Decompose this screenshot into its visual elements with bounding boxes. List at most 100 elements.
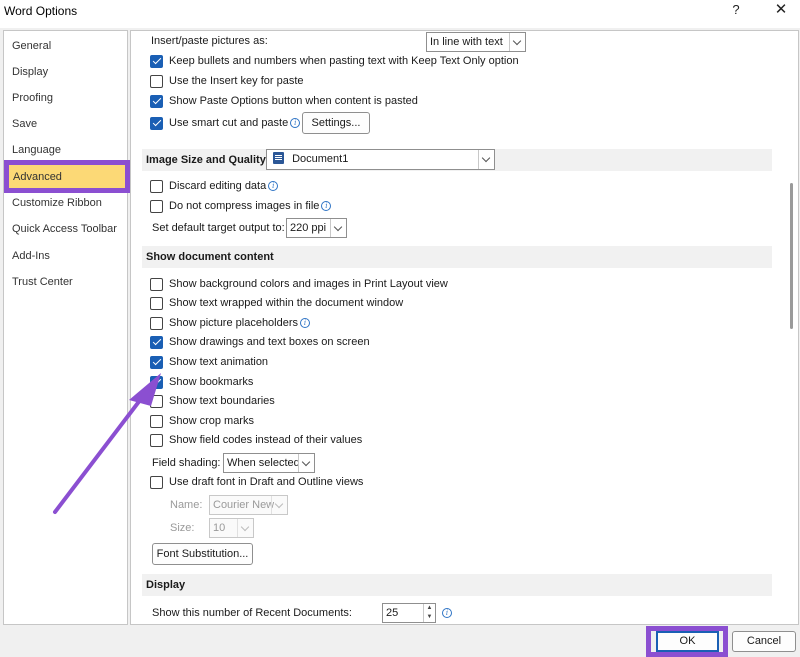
show-drawings-option[interactable]: Show drawings and text boxes on screen — [150, 333, 370, 351]
info-icon[interactable]: i — [290, 118, 301, 128]
show-drawings-checkbox[interactable] — [150, 335, 163, 349]
show-field-codes-checkbox[interactable] — [150, 433, 163, 447]
help-button[interactable]: ? — [716, 0, 756, 22]
keep-bullets-checkbox[interactable] — [150, 54, 163, 68]
spinner-arrows-icon[interactable]: ▲ ▼ — [423, 604, 435, 622]
do-not-compress-label: Do not compress images in file — [169, 200, 320, 212]
sidebar-item-general[interactable]: General — [4, 33, 127, 59]
show-bookmarks-checkbox[interactable] — [150, 375, 163, 389]
draft-font-size-value: 10 — [213, 522, 226, 534]
scrollbar-thumb[interactable] — [790, 183, 793, 329]
show-text-animation-option[interactable]: Show text animation — [150, 353, 268, 371]
vertical-scrollbar[interactable] — [786, 31, 798, 624]
discard-editing-checkbox[interactable] — [150, 179, 163, 193]
show-paste-options-option[interactable]: Show Paste Options button when content i… — [150, 92, 418, 110]
show-field-codes-label: Show field codes instead of their values — [169, 434, 363, 446]
options-panel: Insert/paste pictures as: In line with t… — [130, 30, 799, 625]
target-output-dropdown[interactable]: 220 ppi — [286, 218, 347, 238]
insert-paste-dropdown[interactable]: In line with text — [426, 32, 526, 52]
info-icon[interactable]: i — [442, 608, 452, 618]
insert-paste-value: In line with text — [430, 36, 503, 48]
display-section-header: Display — [142, 574, 772, 596]
word-document-icon — [273, 152, 284, 164]
insert-paste-label: Insert/paste pictures as: — [151, 35, 268, 47]
use-insert-key-checkbox[interactable] — [150, 74, 163, 88]
field-shading-dropdown[interactable]: When selected — [223, 453, 315, 473]
show-picture-placeholders-label: Show picture placeholders — [169, 317, 299, 329]
keep-bullets-label: Keep bullets and numbers when pasting te… — [169, 55, 519, 67]
show-drawings-label: Show drawings and text boxes on screen — [169, 336, 370, 348]
discard-editing-option[interactable]: Discard editing data i — [150, 177, 279, 195]
show-bookmarks-option[interactable]: Show bookmarks — [150, 373, 253, 391]
settings-button[interactable]: Settings... — [302, 112, 370, 134]
field-shading-label: Field shading: — [152, 457, 221, 469]
use-draft-font-checkbox[interactable] — [150, 475, 163, 489]
show-picture-placeholders-checkbox[interactable] — [150, 316, 163, 330]
smart-cut-label: Use smart cut and paste — [169, 117, 289, 129]
keep-bullets-option[interactable]: Keep bullets and numbers when pasting te… — [150, 52, 519, 70]
recent-documents-value: 25 — [386, 607, 399, 619]
ok-highlight-box — [646, 626, 728, 657]
use-draft-font-option[interactable]: Use draft font in Draft and Outline view… — [150, 473, 363, 491]
show-field-codes-option[interactable]: Show field codes instead of their values — [150, 431, 362, 449]
sidebar-item-proofing[interactable]: Proofing — [4, 85, 127, 111]
chevron-down-icon — [271, 496, 287, 514]
smart-cut-option[interactable]: Use smart cut and paste i — [150, 114, 301, 132]
show-paste-options-label: Show Paste Options button when content i… — [169, 95, 418, 107]
discard-editing-label: Discard editing data — [169, 180, 267, 192]
show-text-wrapped-option[interactable]: Show text wrapped within the document wi… — [150, 294, 403, 312]
font-substitution-button[interactable]: Font Substitution... — [152, 543, 253, 565]
image-size-section-title: Image Size and Quality — [146, 154, 266, 166]
cancel-button[interactable]: Cancel — [732, 631, 796, 652]
sidebar-item-customize-ribbon[interactable]: Customize Ribbon — [4, 190, 127, 216]
show-bookmarks-label: Show bookmarks — [169, 376, 254, 388]
show-picture-placeholders-option[interactable]: Show picture placeholders i — [150, 314, 311, 332]
recent-documents-spinner[interactable]: 25 ▲ ▼ — [382, 603, 436, 623]
image-size-document-dropdown[interactable]: Document1 — [266, 149, 495, 170]
use-draft-font-label: Use draft font in Draft and Outline view… — [169, 476, 364, 488]
chevron-down-icon — [298, 454, 314, 472]
draft-font-size-label: Size: — [170, 522, 195, 534]
do-not-compress-checkbox[interactable] — [150, 199, 163, 213]
show-text-boundaries-label: Show text boundaries — [169, 395, 275, 407]
use-insert-key-option[interactable]: Use the Insert key for paste — [150, 72, 304, 90]
advanced-highlight-box — [4, 160, 130, 193]
show-background-colors-label: Show background colors and images in Pri… — [169, 278, 448, 290]
show-crop-marks-checkbox[interactable] — [150, 414, 163, 428]
show-text-animation-checkbox[interactable] — [150, 355, 163, 369]
show-paste-options-checkbox[interactable] — [150, 94, 163, 108]
show-document-content-section-header: Show document content — [142, 246, 772, 268]
display-section-title: Display — [146, 579, 186, 591]
info-icon[interactable]: i — [268, 181, 279, 191]
image-size-document-value: Document1 — [292, 153, 349, 165]
sidebar-item-trust-center[interactable]: Trust Center — [4, 269, 127, 295]
recent-documents-label: Show this number of Recent Documents: — [152, 607, 352, 619]
chevron-down-icon — [330, 219, 346, 237]
info-icon[interactable]: i — [321, 201, 332, 211]
draft-font-name-value: Courier New — [213, 499, 275, 511]
show-background-colors-checkbox[interactable] — [150, 277, 163, 291]
sidebar-item-display[interactable]: Display — [4, 59, 127, 85]
show-text-boundaries-checkbox[interactable] — [150, 394, 163, 408]
smart-cut-checkbox[interactable] — [150, 116, 163, 130]
sidebar-item-quick-access-toolbar[interactable]: Quick Access Toolbar — [4, 216, 127, 242]
show-crop-marks-option[interactable]: Show crop marks — [150, 412, 254, 430]
do-not-compress-option[interactable]: Do not compress images in file i — [150, 197, 332, 215]
close-button[interactable]: ✕ — [761, 0, 800, 22]
show-document-content-section-title: Show document content — [146, 251, 274, 263]
show-text-wrapped-checkbox[interactable] — [150, 296, 163, 310]
chevron-down-icon — [237, 519, 253, 537]
target-output-value: 220 ppi — [290, 222, 327, 234]
field-shading-value: When selected — [227, 457, 300, 469]
info-icon[interactable]: i — [300, 318, 311, 328]
show-background-colors-option[interactable]: Show background colors and images in Pri… — [150, 275, 448, 293]
sidebar: General Display Proofing Save Language A… — [3, 30, 130, 625]
window-title: Word Options — [4, 4, 78, 18]
draft-font-name-label: Name: — [170, 499, 203, 511]
draft-font-size-dropdown: 10 — [209, 518, 254, 538]
draft-font-name-dropdown: Courier New — [209, 495, 288, 515]
sidebar-item-save[interactable]: Save — [4, 111, 127, 137]
show-text-boundaries-option[interactable]: Show text boundaries — [150, 392, 275, 410]
chevron-down-icon — [478, 150, 494, 169]
sidebar-item-add-ins[interactable]: Add-Ins — [4, 243, 127, 269]
